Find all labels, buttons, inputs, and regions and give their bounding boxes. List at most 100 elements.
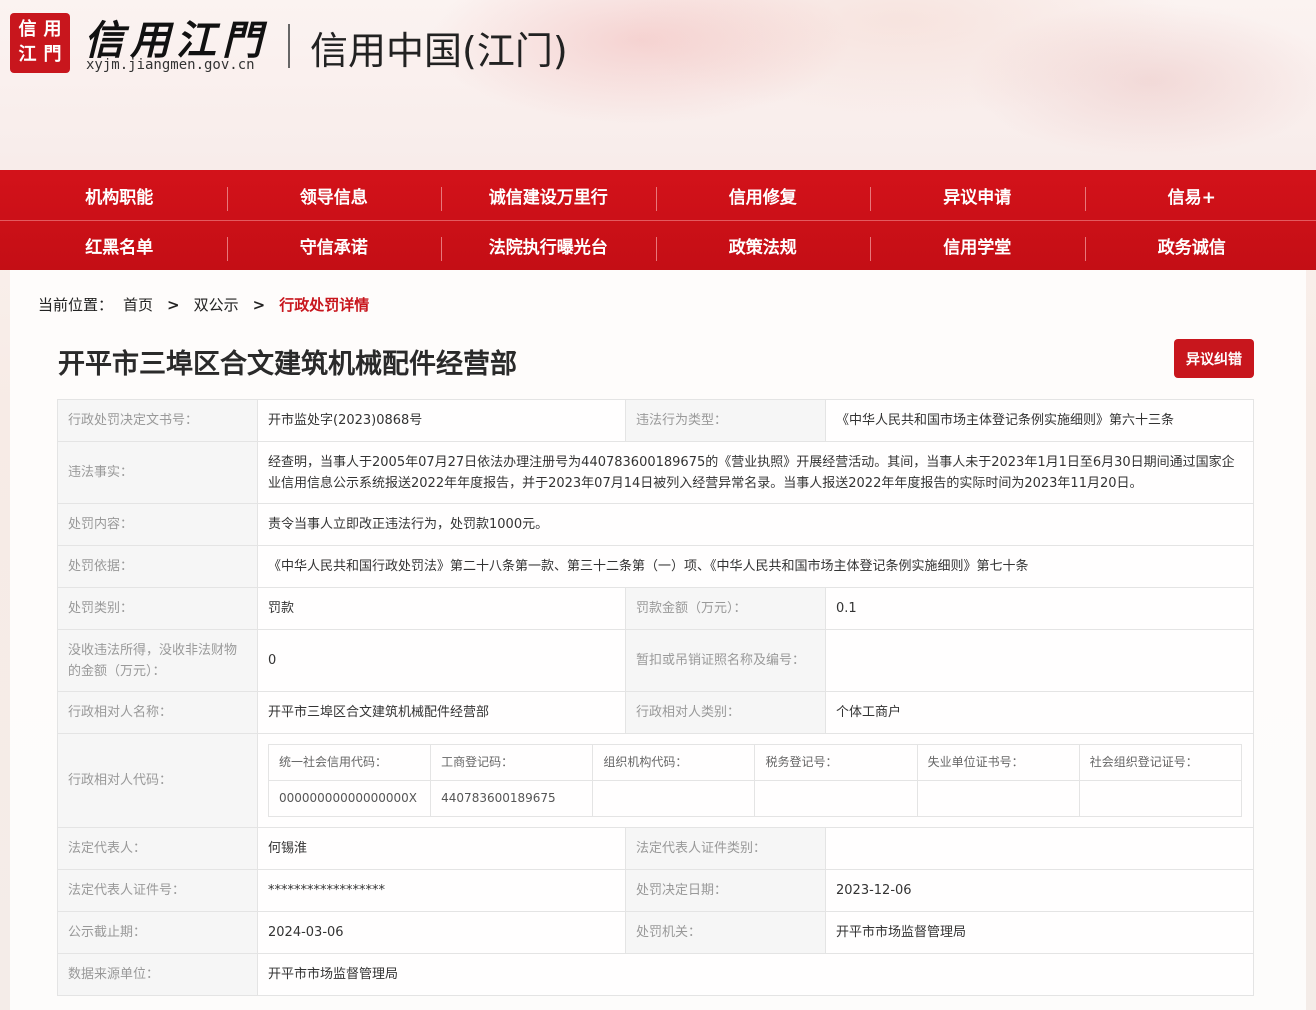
nav-item-government-integrity[interactable]: 政务诚信 bbox=[1084, 233, 1300, 261]
unemployment-certificate-value bbox=[916, 780, 1080, 817]
table-row: 法定代表人证件号： ****************** 处罚决定日期： 202… bbox=[57, 869, 1254, 912]
penalty-detail-table: 行政处罚决定文书号： 开市监处字(2023)0868号 违法行为类型： 《中华人… bbox=[57, 399, 1254, 996]
objection-correction-button[interactable]: 异议纠错 bbox=[1174, 339, 1254, 378]
decision-date-value: 2023-12-06 bbox=[825, 869, 1254, 912]
license-label: 暂扣或吊销证照名称及编号： bbox=[625, 629, 826, 692]
basis-label: 处罚依据： bbox=[57, 545, 258, 588]
party-name-value: 开平市三埠区合文建筑机械配件经营部 bbox=[257, 691, 626, 734]
nav-item-policies[interactable]: 政策法规 bbox=[655, 233, 871, 261]
breadcrumb: 当前位置： 首页 > 双公示 > 行政处罚详情 bbox=[38, 294, 369, 315]
table-row: 法定代表人： 何锡淮 法定代表人证件类别： bbox=[57, 827, 1254, 870]
content-value: 责令当事人立即改正违法行为，处罚款1000元。 bbox=[257, 503, 1254, 546]
code-header: 组织机构代码： bbox=[592, 744, 756, 781]
license-value bbox=[825, 629, 1254, 692]
violation-type-value: 《中华人民共和国市场主体登记条例实施细则》第六十三条 bbox=[825, 399, 1254, 442]
table-row: 行政处罚决定文书号： 开市监处字(2023)0868号 违法行为类型： 《中华人… bbox=[57, 399, 1254, 442]
seal-char: 信 bbox=[18, 19, 37, 40]
breadcrumb-current: 行政处罚详情 bbox=[279, 296, 370, 314]
legal-rep-id-label: 法定代表人证件号： bbox=[57, 869, 258, 912]
site-subtitle: 信用中国(江门) bbox=[310, 29, 568, 73]
seal-char: 江 bbox=[18, 44, 37, 65]
facts-value: 经查明，当事人于2005年07月27日依法办理注册号为4407836001896… bbox=[257, 441, 1254, 504]
content-label: 处罚内容： bbox=[57, 503, 258, 546]
table-row: 违法事实： 经查明，当事人于2005年07月27日依法办理注册号为4407836… bbox=[57, 441, 1254, 504]
violation-type-label: 违法行为类型： bbox=[625, 399, 826, 442]
site-logo-seal[interactable]: 信 用 江 門 bbox=[10, 13, 70, 73]
code-header: 社会组织登记证号： bbox=[1078, 744, 1243, 781]
facts-label: 违法事实： bbox=[57, 441, 258, 504]
table-row: 统一社会信用代码： 工商登记码： 组织机构代码： 税务登记号： 失业单位证书号：… bbox=[267, 744, 1243, 781]
party-type-value: 个体工商户 bbox=[825, 691, 1254, 734]
category-value: 罚款 bbox=[257, 587, 626, 630]
authority-label: 处罚机关： bbox=[625, 911, 826, 954]
nav-item-objection[interactable]: 异议申请 bbox=[870, 183, 1085, 211]
decision-no-label: 行政处罚决定文书号： bbox=[57, 399, 258, 442]
table-row: 00000000000000000X 440783600189675 bbox=[267, 780, 1243, 817]
party-type-label: 行政相对人类别： bbox=[625, 691, 826, 734]
nav-item-leadership[interactable]: 领导信息 bbox=[226, 183, 442, 211]
party-code-cell: 统一社会信用代码： 工商登记码： 组织机构代码： 税务登记号： 失业单位证书号：… bbox=[257, 733, 1254, 828]
party-code-label: 行政相对人代码： bbox=[57, 733, 258, 828]
code-header: 工商登记码： bbox=[430, 744, 594, 781]
code-header: 税务登记号： bbox=[754, 744, 918, 781]
confiscation-label: 没收违法所得，没收非法财物的金额（万元）： bbox=[57, 629, 258, 692]
confiscation-value: 0 bbox=[257, 629, 626, 692]
nav-item-red-black-list[interactable]: 红黑名单 bbox=[12, 233, 227, 258]
legal-rep-value: 何锡淮 bbox=[257, 827, 626, 870]
party-codes-table: 统一社会信用代码： 工商登记码： 组织机构代码： 税务登记号： 失业单位证书号：… bbox=[267, 744, 1243, 817]
nav-item-institution-functions[interactable]: 机构职能 bbox=[12, 183, 227, 208]
party-name-label: 行政相对人名称： bbox=[57, 691, 258, 734]
table-row: 数据来源单位： 开平市市场监督管理局 bbox=[57, 953, 1254, 996]
decision-no-value: 开市监处字(2023)0868号 bbox=[257, 399, 626, 442]
authority-value: 开平市市场监督管理局 bbox=[825, 911, 1254, 954]
code-header: 统一社会信用代码： bbox=[267, 744, 432, 781]
legal-rep-label: 法定代表人： bbox=[57, 827, 258, 870]
legal-rep-id-value: ****************** bbox=[257, 869, 626, 912]
site-header: 信 用 江 門 信用江門 xyjm.jiangmen.gov.cn 信用中国(江… bbox=[0, 0, 1316, 170]
table-row: 处罚内容： 责令当事人立即改正违法行为，处罚款1000元。 bbox=[57, 503, 1254, 546]
deadline-label: 公示截止期： bbox=[57, 911, 258, 954]
code-header: 失业单位证书号： bbox=[916, 744, 1080, 781]
organization-code-value bbox=[592, 780, 756, 817]
seal-char: 門 bbox=[43, 44, 62, 65]
nav-item-xinyi-plus[interactable]: 信易+ bbox=[1084, 183, 1300, 211]
category-label: 处罚类别： bbox=[57, 587, 258, 630]
source-value: 开平市市场监督管理局 bbox=[257, 953, 1254, 996]
table-row: 没收违法所得，没收非法财物的金额（万元）： 0 暂扣或吊销证照名称及编号： bbox=[57, 629, 1254, 692]
site-domain: xyjm.jiangmen.gov.cn bbox=[86, 57, 255, 73]
tax-registration-value bbox=[754, 780, 918, 817]
nav-row-2: 红黑名单 守信承诺 法院执行曝光台 政策法规 信用学堂 政务诚信 bbox=[0, 220, 1316, 270]
fine-label: 罚款金额（万元）： bbox=[625, 587, 826, 630]
deadline-value: 2024-03-06 bbox=[257, 911, 626, 954]
table-row: 公示截止期： 2024-03-06 处罚机关： 开平市市场监督管理局 bbox=[57, 911, 1254, 954]
breadcrumb-prefix: 当前位置： bbox=[38, 296, 114, 314]
legal-rep-id-type-value bbox=[825, 827, 1254, 870]
logo-divider bbox=[288, 24, 290, 68]
breadcrumb-separator: > bbox=[252, 295, 266, 314]
main-nav: 机构职能 领导信息 诚信建设万里行 信用修复 异议申请 信易+ 红黑名单 守信承… bbox=[0, 170, 1316, 270]
breadcrumb-double-publicity[interactable]: 双公示 bbox=[194, 294, 239, 315]
nav-item-credit-school[interactable]: 信用学堂 bbox=[870, 233, 1085, 261]
table-row: 处罚依据： 《中华人民共和国行政处罚法》第二十八条第一款、第三十二条第（一）项、… bbox=[57, 545, 1254, 588]
business-registration-code-value: 440783600189675 bbox=[430, 780, 594, 817]
seal-char: 用 bbox=[43, 19, 62, 40]
legal-rep-id-type-label: 法定代表人证件类别： bbox=[625, 827, 826, 870]
table-row: 处罚类别： 罚款 罚款金额（万元）： 0.1 bbox=[57, 587, 1254, 630]
source-label: 数据来源单位： bbox=[57, 953, 258, 996]
nav-item-credit-pledge[interactable]: 守信承诺 bbox=[226, 233, 442, 261]
nav-item-court-exposure[interactable]: 法院执行曝光台 bbox=[441, 233, 656, 261]
breadcrumb-separator: > bbox=[167, 295, 180, 314]
table-row: 行政相对人名称： 开平市三埠区合文建筑机械配件经营部 行政相对人类别： 个体工商… bbox=[57, 691, 1254, 734]
table-row: 行政相对人代码： 统一社会信用代码： 工商登记码： 组织机构代码： 税务登记号：… bbox=[57, 733, 1254, 828]
fine-value: 0.1 bbox=[825, 587, 1254, 630]
breadcrumb-home[interactable]: 首页 bbox=[123, 294, 153, 315]
unified-credit-code-value: 00000000000000000X bbox=[267, 780, 432, 817]
social-org-registration-value bbox=[1078, 780, 1243, 817]
nav-item-credit-repair[interactable]: 信用修复 bbox=[655, 183, 871, 211]
nav-item-integrity-campaign[interactable]: 诚信建设万里行 bbox=[441, 183, 656, 211]
page-title: 开平市三埠区合文建筑机械配件经营部 bbox=[58, 349, 517, 380]
main-content: 当前位置： 首页 > 双公示 > 行政处罚详情 开平市三埠区合文建筑机械配件经营… bbox=[10, 270, 1306, 1010]
basis-value: 《中华人民共和国行政处罚法》第二十八条第一款、第三十二条第（一）项、《中华人民共… bbox=[257, 545, 1254, 588]
decision-date-label: 处罚决定日期： bbox=[625, 869, 826, 912]
nav-row-1: 机构职能 领导信息 诚信建设万里行 信用修复 异议申请 信易+ bbox=[0, 170, 1316, 220]
